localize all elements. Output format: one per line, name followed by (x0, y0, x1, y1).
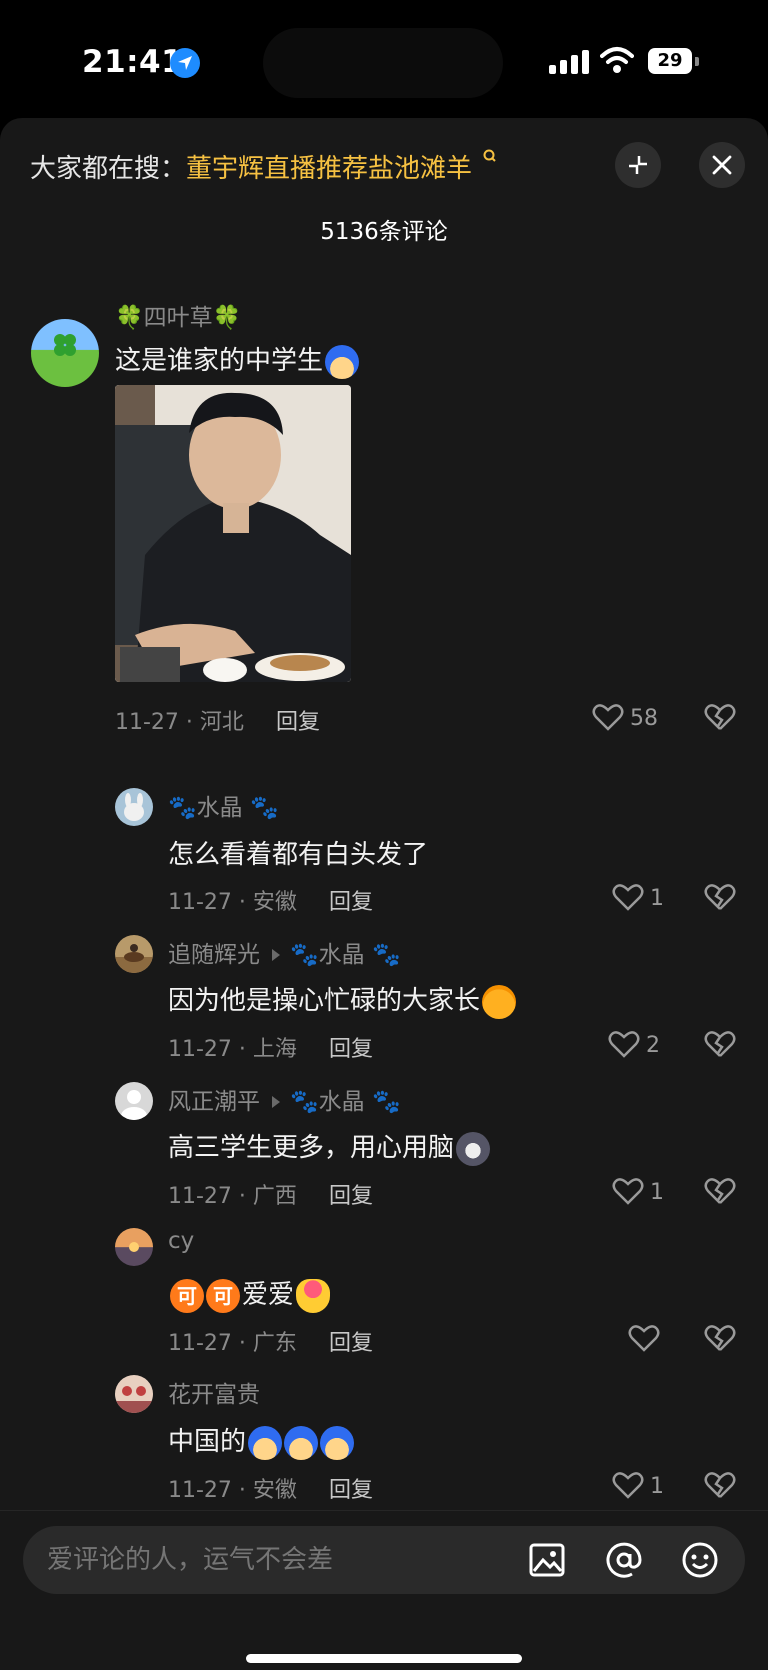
comment-text: 因为他是操心忙碌的大家长 (168, 980, 517, 1019)
broken-heart-icon[interactable] (704, 882, 736, 912)
ke-emoji-icon: 可 (170, 1278, 204, 1313)
at-icon[interactable] (605, 1541, 643, 1579)
comment-author[interactable]: cy (168, 1228, 194, 1254)
expand-icon (629, 156, 647, 174)
like-count: 1 (650, 886, 664, 911)
avatar[interactable] (115, 1082, 153, 1120)
comment-text-content: 因为他是操心忙碌的大家长 (168, 986, 481, 1016)
status-time: 21:41 (82, 44, 184, 80)
comment-text-content: 高三学生更多，用心用脑 (168, 1133, 455, 1163)
comment-author[interactable]: 🍀四叶草🍀 (115, 298, 241, 332)
heart-icon[interactable] (612, 1176, 644, 1206)
comment-input-bar[interactable] (23, 1526, 745, 1594)
comment-date-location: 11-27 · 广西 (168, 1184, 297, 1209)
heart-icon[interactable] (612, 1470, 644, 1500)
comment-text-content: 中国的 (168, 1427, 247, 1457)
ke-emoji-icon: 可 (206, 1278, 240, 1313)
comment-sheet: 大家都在搜：董宇辉直播推荐盐池滩羊 5136条评论 🍀四叶草🍀 这是谁家的中学生 (0, 118, 768, 1670)
comment-author[interactable]: 🐾水晶 🐾 (168, 788, 279, 822)
comment-text-content: 这是谁家的中学生 (115, 346, 324, 376)
cover-face-emoji-icon (284, 1425, 319, 1460)
reply-to-name[interactable]: 🐾水晶 🐾 (290, 942, 401, 968)
search-suggestion[interactable]: 大家都在搜：董宇辉直播推荐盐池滩羊 (30, 148, 498, 185)
comment-text: 可可爱爱 (168, 1274, 331, 1313)
broken-heart-icon[interactable] (704, 1176, 736, 1206)
cover-face-emoji-icon (248, 1425, 283, 1460)
comment-date-location: 11-27 · 河北 (115, 710, 244, 735)
heart-icon[interactable] (608, 1029, 640, 1059)
reply-button[interactable]: 回复 (329, 1031, 373, 1063)
broken-heart-icon[interactable] (704, 1470, 736, 1500)
avatar[interactable] (115, 788, 153, 826)
search-prefix: 大家都在搜： (30, 154, 187, 184)
comment-date-location: 11-27 · 安徽 (168, 1478, 297, 1503)
comment-input[interactable] (45, 1544, 469, 1576)
battery-tip (695, 57, 699, 66)
broken-heart-icon[interactable] (704, 702, 736, 732)
comment-date-location: 11-27 · 安徽 (168, 890, 297, 915)
heart-icon[interactable] (612, 882, 644, 912)
search-icon (483, 149, 497, 162)
avatar[interactable] (31, 319, 99, 387)
cover-face-emoji-icon (325, 344, 360, 379)
close-icon (712, 155, 732, 175)
comment-text: 中国的 (168, 1421, 355, 1460)
reply-button[interactable]: 回复 (329, 884, 373, 916)
image-icon[interactable] (528, 1541, 566, 1579)
reply-button[interactable]: 回复 (276, 704, 320, 736)
location-arrow-icon (170, 48, 200, 78)
search-keyword[interactable]: 董宇辉直播推荐盐池滩羊 (186, 154, 472, 184)
status-bar: 21:41 29 (0, 0, 768, 120)
emoji-face-icon[interactable] (681, 1541, 719, 1579)
reply-arrow-icon (272, 1095, 280, 1108)
comment-author-name[interactable]: 风正潮平 (168, 1089, 260, 1115)
expand-button[interactable] (615, 142, 661, 188)
comment-text-content: 爱爱 (242, 1280, 295, 1310)
like-count: 2 (646, 1033, 660, 1058)
avatar[interactable] (115, 1228, 153, 1266)
close-button[interactable] (699, 142, 745, 188)
battery-icon: 29 (648, 48, 692, 74)
avatar[interactable] (115, 935, 153, 973)
comment-author[interactable]: 追随辉光 🐾水晶 🐾 (168, 935, 401, 969)
home-indicator (246, 1654, 522, 1663)
reply-button[interactable]: 回复 (329, 1178, 373, 1210)
comment-author[interactable]: 风正潮平 🐾水晶 🐾 (168, 1082, 401, 1116)
dog-emoji-icon (456, 1131, 491, 1166)
reply-button[interactable]: 回复 (329, 1472, 373, 1504)
comment-count: 5136条评论 (320, 219, 448, 245)
comment-author[interactable]: 花开富贵 (168, 1375, 260, 1409)
signal-icon (549, 50, 589, 74)
comment-text: 怎么看着都有白头发了 (168, 840, 429, 870)
avatar[interactable] (115, 1375, 153, 1413)
reply-arrow-icon (272, 948, 280, 961)
reply-to-name[interactable]: 🐾水晶 🐾 (290, 1089, 401, 1115)
laugh-cry-emoji-icon (482, 984, 517, 1019)
wifi-icon (600, 46, 634, 78)
heart-icon[interactable] (628, 1323, 660, 1353)
dynamic-island (263, 28, 503, 98)
heart-hands-emoji-icon (296, 1278, 331, 1313)
comment-image[interactable] (115, 385, 351, 682)
like-count: 1 (650, 1180, 664, 1205)
comment-text: 高三学生更多，用心用脑 (168, 1127, 491, 1166)
broken-heart-icon[interactable] (704, 1029, 736, 1059)
like-count: 58 (630, 706, 658, 731)
divider (0, 1510, 768, 1511)
comment-text: 这是谁家的中学生 (115, 340, 360, 379)
broken-heart-icon[interactable] (704, 1323, 736, 1353)
heart-icon[interactable] (592, 702, 624, 732)
comment-date-location: 11-27 · 广东 (168, 1331, 297, 1356)
comment-date-location: 11-27 · 上海 (168, 1037, 297, 1062)
cover-face-emoji-icon (320, 1425, 355, 1460)
reply-button[interactable]: 回复 (329, 1325, 373, 1357)
like-count: 1 (650, 1474, 664, 1499)
comment-author-name[interactable]: 追随辉光 (168, 942, 260, 968)
